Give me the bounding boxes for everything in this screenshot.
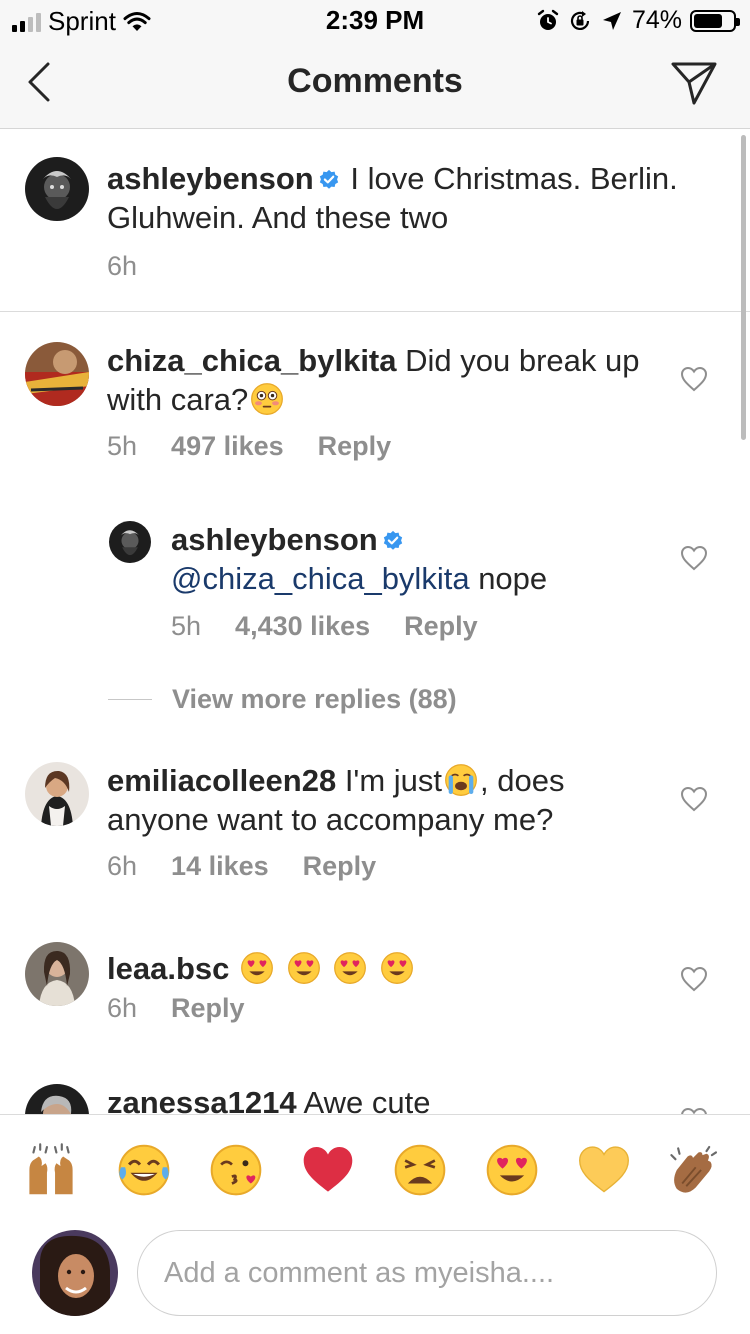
timestamp: 5h	[107, 431, 138, 461]
timestamp: 6h	[107, 251, 138, 281]
mention-link[interactable]: @chiza_chica_bylkita	[171, 561, 470, 596]
reply-button[interactable]: Reply	[318, 431, 392, 462]
like-heart-icon[interactable]	[680, 366, 708, 392]
heart-eyes-icon	[287, 951, 321, 985]
timestamp: 5h	[171, 611, 202, 641]
rotation-lock-icon	[570, 10, 590, 30]
paper-plane-icon[interactable]	[670, 60, 718, 106]
like-heart-icon[interactable]	[680, 545, 708, 571]
location-icon	[602, 11, 621, 30]
alarm-icon	[537, 9, 559, 30]
clapping-hands-icon[interactable]	[666, 1143, 720, 1197]
likes-count[interactable]: 14 likes	[171, 851, 269, 882]
page-title: Comments	[287, 62, 463, 100]
battery-icon	[690, 9, 740, 32]
username[interactable]: leaa.bsc	[107, 951, 229, 986]
comment-text: leaa.bsc	[107, 949, 647, 988]
reply-body: nope	[478, 561, 548, 596]
username[interactable]: emiliacolleen28	[107, 763, 336, 798]
view-more-replies-button[interactable]: View more replies (88)	[108, 684, 457, 715]
heart-eyes-icon[interactable]	[485, 1143, 539, 1197]
comment-body: Awe cute	[303, 1085, 431, 1114]
timestamp: 6h	[107, 993, 138, 1023]
username[interactable]: zanessa1214	[107, 1085, 297, 1114]
timestamp: 6h	[107, 851, 138, 881]
caption-text: ashleybenson I love Christmas. Berlin. G…	[107, 159, 717, 237]
weary-face-icon[interactable]	[393, 1143, 447, 1197]
verified-badge-icon	[382, 530, 404, 552]
comment-composer	[0, 1222, 750, 1334]
raising-hands-icon[interactable]	[24, 1143, 78, 1197]
reply-button[interactable]: Reply	[404, 611, 478, 642]
heart-eyes-icon	[380, 951, 414, 985]
flushed-face-icon	[250, 382, 284, 416]
username[interactable]: ashleybenson	[171, 522, 378, 557]
quick-emoji-bar	[0, 1114, 750, 1223]
comment-text: emiliacolleen28 I'm just, does anyone wa…	[107, 761, 647, 839]
avatar[interactable]	[25, 1084, 89, 1114]
like-heart-icon[interactable]	[680, 966, 708, 992]
heart-eyes-icon	[333, 951, 367, 985]
status-bar-right: 74%	[536, 6, 740, 35]
post-caption: ashleybenson I love Christmas. Berlin. G…	[0, 129, 750, 312]
yellow-heart-icon[interactable]	[577, 1143, 631, 1197]
avatar[interactable]	[32, 1230, 118, 1316]
status-bar: Sprint 2:39 PM 74%	[0, 0, 750, 40]
avatar[interactable]	[25, 342, 89, 406]
likes-count[interactable]: 4,430 likes	[235, 611, 370, 642]
comments-list[interactable]: ashleybenson I love Christmas. Berlin. G…	[0, 129, 750, 1114]
red-heart-icon[interactable]	[301, 1143, 355, 1197]
comment-meta: 5h 4,430 likes Reply	[171, 611, 478, 642]
username[interactable]: ashleybenson	[107, 161, 314, 196]
battery-percent: 74%	[631, 6, 682, 34]
comment-meta: 6h Reply	[107, 993, 245, 1024]
comment-meta: 5h 497 likes Reply	[107, 431, 391, 462]
battery-cap	[736, 17, 740, 26]
avatar[interactable]	[25, 942, 89, 1006]
avatar[interactable]	[25, 762, 89, 826]
reply-text: ashleybenson @chiza_chica_bylkita nope	[171, 520, 641, 598]
verified-badge-icon	[318, 169, 340, 191]
face-blowing-kiss-icon[interactable]	[209, 1143, 263, 1197]
battery-fill	[694, 13, 722, 28]
comment-text: zanessa1214 Awe cute	[107, 1083, 647, 1114]
avatar[interactable]	[109, 521, 151, 563]
like-heart-icon[interactable]	[680, 1107, 708, 1114]
comment-meta: 6h 14 likes Reply	[107, 851, 376, 882]
tears-of-joy-icon[interactable]	[117, 1143, 171, 1197]
comment-text: chiza_chica_bylkita Did you break up wit…	[107, 341, 647, 419]
comment-meta: 6h	[107, 251, 137, 282]
reply-button[interactable]: Reply	[303, 851, 377, 882]
comment-body-start: I'm just	[344, 763, 443, 798]
nav-bar: Comments	[0, 40, 750, 129]
heart-eyes-icon	[240, 951, 274, 985]
avatar[interactable]	[25, 157, 89, 221]
scrollbar[interactable]	[741, 135, 746, 440]
like-heart-icon[interactable]	[680, 786, 708, 812]
divider	[108, 699, 152, 700]
username[interactable]: chiza_chica_bylkita	[107, 343, 397, 378]
comment-input[interactable]	[137, 1230, 717, 1316]
loudly-crying-face-icon	[444, 763, 478, 797]
reply-button[interactable]: Reply	[171, 993, 245, 1024]
view-more-label: View more replies (88)	[172, 684, 457, 714]
likes-count[interactable]: 497 likes	[171, 431, 284, 462]
